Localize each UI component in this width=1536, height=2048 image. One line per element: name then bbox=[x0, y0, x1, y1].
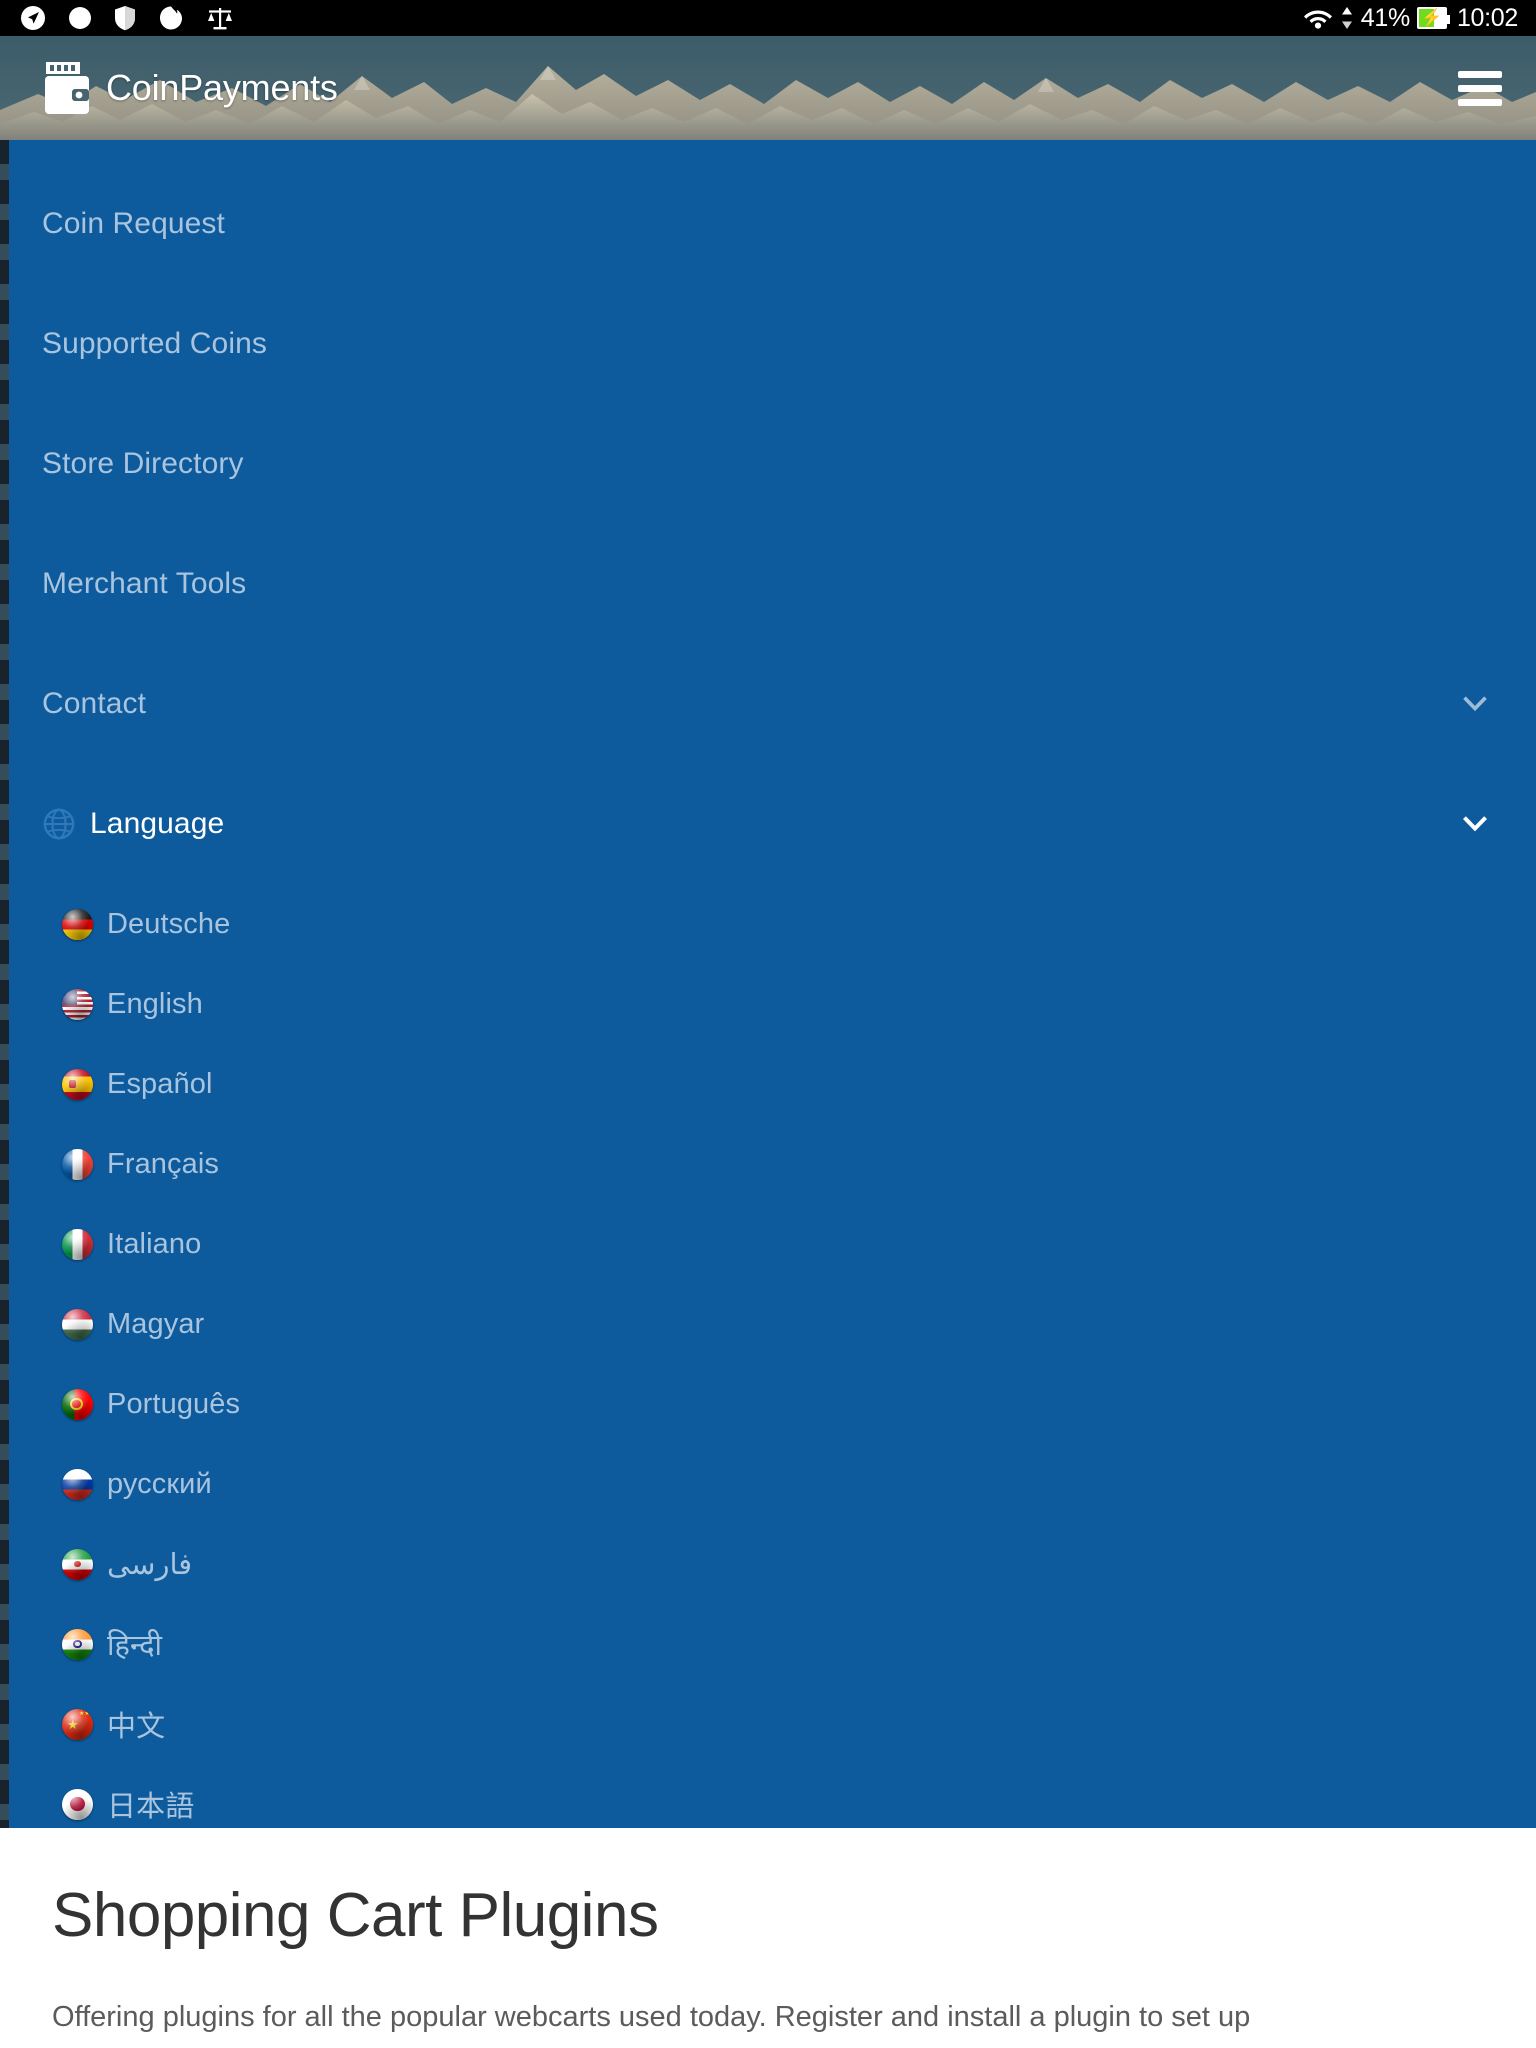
language-label: 日本語 bbox=[107, 1791, 195, 1823]
brand-name: CoinPayments bbox=[106, 67, 338, 108]
flag-france-icon bbox=[62, 1148, 93, 1180]
nav-item-store-directory[interactable]: Store Directory bbox=[0, 404, 1536, 524]
nav-item-label: Contact bbox=[42, 687, 147, 720]
brand-logo[interactable]: CoinPayments bbox=[44, 60, 338, 116]
language-label: 中文 bbox=[107, 1711, 166, 1743]
nav-item-label: Coin Request bbox=[42, 207, 225, 240]
flag-iran-icon bbox=[62, 1548, 93, 1580]
wifi-icon bbox=[1303, 10, 1332, 29]
hamburger-menu-icon[interactable] bbox=[1458, 70, 1502, 106]
location-arrow-icon bbox=[21, 6, 45, 30]
language-option-italiano[interactable]: Italiano bbox=[0, 1204, 1536, 1284]
language-option-hindi[interactable]: हिन्दी bbox=[0, 1604, 1536, 1684]
battery-percent-label: 41% bbox=[1360, 3, 1410, 32]
language-option-francais[interactable]: Français bbox=[0, 1124, 1536, 1204]
language-option-deutsche[interactable]: Deutsche bbox=[0, 884, 1536, 964]
language-option-farsi[interactable]: فارسی bbox=[0, 1524, 1536, 1604]
app-screen: 41% ⚡ 10:02 CoinPayments Coin Request Su… bbox=[0, 0, 1536, 2048]
language-label: Español bbox=[107, 1067, 213, 1100]
nav-item-label: Language bbox=[90, 807, 225, 840]
flag-japan-icon bbox=[62, 1788, 93, 1820]
status-bar-clock: 10:02 bbox=[1456, 3, 1518, 32]
language-label: Français bbox=[107, 1147, 219, 1180]
language-label: हिन्दी bbox=[107, 1629, 163, 1662]
page-title: Shopping Cart Plugins bbox=[52, 1881, 659, 1950]
globe-icon bbox=[43, 808, 75, 840]
language-option-chinese[interactable]: ★ ★★ 中文 bbox=[0, 1684, 1536, 1764]
nav-item-language[interactable]: Language bbox=[0, 764, 1536, 884]
language-submenu: Deutsche English Español Français Italia… bbox=[0, 884, 1536, 1828]
language-label: فارسی bbox=[107, 1548, 193, 1581]
language-label: Português bbox=[107, 1387, 241, 1420]
flag-germany-icon bbox=[62, 908, 93, 940]
nav-menu: Coin Request Supported Coins Store Direc… bbox=[0, 140, 1536, 884]
language-option-english[interactable]: English bbox=[0, 964, 1536, 1044]
language-label: Magyar bbox=[107, 1307, 205, 1340]
nav-item-label: Supported Coins bbox=[42, 327, 267, 360]
android-status-bar: 41% ⚡ 10:02 bbox=[0, 0, 1536, 36]
balance-scales-icon bbox=[208, 8, 232, 30]
flag-usa-icon bbox=[62, 988, 93, 1020]
site-header: CoinPayments bbox=[0, 36, 1536, 140]
shield-icon bbox=[115, 6, 135, 31]
nav-item-contact[interactable]: Contact bbox=[0, 644, 1536, 764]
nav-item-supported-coins[interactable]: Supported Coins bbox=[0, 284, 1536, 404]
circle-icon bbox=[69, 7, 91, 29]
main-content: Shopping Cart Plugins Offering plugins f… bbox=[0, 1828, 1536, 2048]
language-label: Italiano bbox=[107, 1227, 202, 1260]
page-intro-text: Offering plugins for all the popular web… bbox=[52, 2001, 1251, 2033]
flag-hungary-icon bbox=[62, 1308, 93, 1340]
battery-charging-icon: ⚡ bbox=[1416, 7, 1450, 29]
flag-russia-icon bbox=[62, 1468, 93, 1500]
language-option-russkiy[interactable]: русский bbox=[0, 1444, 1536, 1524]
language-label: Deutsche bbox=[107, 907, 231, 940]
language-option-espanol[interactable]: Español bbox=[0, 1044, 1536, 1124]
language-label: русский bbox=[107, 1467, 212, 1500]
status-bar-system-icons: 41% ⚡ 10:02 bbox=[1303, 3, 1536, 32]
nav-item-merchant-tools[interactable]: Merchant Tools bbox=[0, 524, 1536, 644]
nav-item-coin-request[interactable]: Coin Request bbox=[0, 164, 1536, 284]
flag-portugal-icon bbox=[62, 1388, 93, 1420]
flag-italy-icon bbox=[62, 1228, 93, 1260]
flag-india-icon bbox=[62, 1628, 93, 1660]
firefox-icon bbox=[160, 6, 182, 30]
nav-item-label: Merchant Tools bbox=[42, 567, 247, 600]
nav-item-label: Store Directory bbox=[42, 447, 244, 480]
language-option-portugues[interactable]: Português bbox=[0, 1364, 1536, 1444]
language-option-magyar[interactable]: Magyar bbox=[0, 1284, 1536, 1364]
wallet-logo-icon bbox=[45, 62, 89, 114]
navigation-drawer: Coin Request Supported Coins Store Direc… bbox=[0, 140, 1536, 1828]
chevron-down-icon[interactable] bbox=[1458, 687, 1492, 721]
chevron-down-icon[interactable] bbox=[1458, 807, 1492, 841]
language-label: English bbox=[107, 987, 203, 1020]
language-option-japanese[interactable]: 日本語 bbox=[0, 1764, 1536, 1828]
status-bar-notification-icons bbox=[0, 5, 1303, 31]
updown-arrows-icon bbox=[1341, 7, 1352, 29]
flag-spain-icon bbox=[62, 1068, 93, 1100]
flag-china-icon: ★ ★★ bbox=[62, 1708, 93, 1740]
